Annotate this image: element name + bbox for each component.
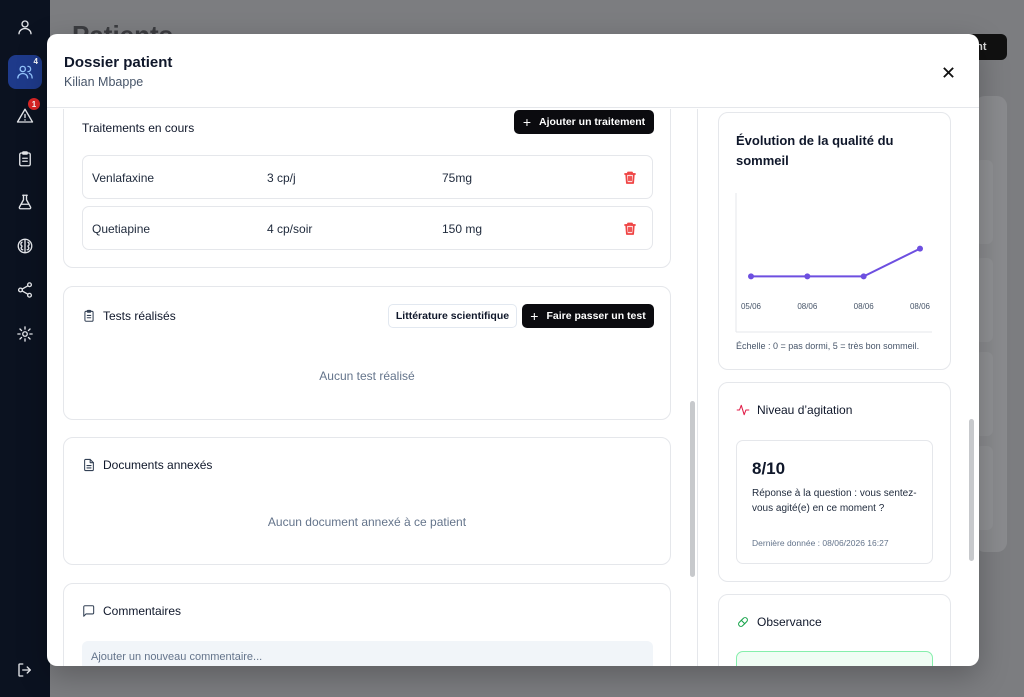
x-tick-label: 08/06 [797, 302, 818, 311]
patient-name: Kilian Mbappe [64, 75, 144, 89]
treatment-name: Quetiapine [92, 222, 151, 236]
sleep-chart-card: Évolution de la qualité du sommeil 05/06… [718, 112, 951, 370]
patients-badge: 4 [33, 57, 38, 66]
flask-icon [18, 194, 32, 210]
users-icon [17, 65, 33, 79]
clipboard-icon [84, 309, 94, 322]
sleep-data-point [860, 273, 867, 280]
modal-title: Dossier patient [64, 54, 173, 71]
right-scrollbar[interactable] [969, 419, 974, 561]
treatment-amount: 75mg [442, 171, 473, 185]
agitation-card: Niveau d’agitation 8/10 Réponse à la que… [718, 382, 951, 582]
add-treatment-button[interactable]: + Ajouter un traitement [514, 110, 654, 134]
tests-title-label: Tests réalisés [103, 309, 176, 323]
sleep-chart: 05/06 08/06 08/06 08/06 [735, 193, 932, 333]
plus-icon: + [530, 308, 539, 324]
trash-icon [624, 171, 636, 184]
literature-button[interactable]: Littérature scientifique [388, 304, 517, 328]
comments-card: Commentaires [63, 583, 671, 666]
close-icon [942, 66, 954, 78]
x-tick-label: 05/06 [741, 302, 762, 311]
alerts-badge: 1 [28, 98, 40, 110]
sleep-series-line [751, 247, 921, 278]
nav-logout[interactable] [8, 653, 42, 687]
observance-item: ✓ Venlafaxine 75mg 3 cp/j [736, 651, 933, 666]
tests-title: Tests réalisés [82, 309, 176, 323]
nav-brain[interactable] [8, 229, 42, 263]
left-column[interactable]: Traitements en cours + Ajouter un traite… [47, 109, 697, 666]
clipboard-icon [19, 151, 31, 167]
sleep-data-point [804, 273, 811, 280]
nav-lab[interactable] [8, 185, 42, 219]
trash-icon [624, 222, 636, 235]
comments-title: Commentaires [82, 604, 181, 618]
nav-records[interactable] [8, 142, 42, 176]
tests-empty-state: Aucun test réalisé [319, 369, 415, 383]
documents-title: Documents annexés [82, 458, 212, 472]
comments-title-label: Commentaires [103, 604, 182, 618]
comment-input[interactable] [82, 641, 653, 666]
x-tick-label: 08/06 [910, 302, 931, 311]
agitation-stat-box: 8/10 Réponse à la question : vous sentez… [736, 440, 933, 564]
agitation-title-label: Niveau d’agitation [757, 403, 853, 417]
agitation-value: 8/10 [752, 459, 786, 478]
run-test-button[interactable]: + Faire passer un test [522, 304, 654, 328]
user-icon [18, 20, 32, 35]
sleep-scale-note: Échelle : 0 = pas dormi, 5 = très bon so… [736, 341, 920, 351]
observance-title: Observance [736, 615, 822, 629]
documents-title-label: Documents annexés [103, 458, 213, 472]
plus-icon: + [522, 114, 531, 130]
gear-icon [17, 326, 33, 342]
documents-card: Documents annexés Aucun document annexé … [63, 437, 671, 565]
patient-record-modal: Dossier patient Kilian Mbappe Traitement… [47, 34, 979, 666]
treatment-name: Venlafaxine [92, 171, 155, 185]
treatment-row: Quetiapine 4 cp/soir 150 mg [82, 206, 653, 250]
agitation-question: Réponse à la question : vous sentez-vous… [752, 488, 917, 514]
sleep-data-point [748, 273, 754, 280]
run-test-label: Faire passer un test [546, 310, 646, 322]
nav-settings[interactable] [8, 317, 42, 351]
tests-card: Tests réalisés Littérature scientifique … [63, 286, 671, 420]
treatment-row: Venlafaxine 3 cp/j 75mg [82, 155, 653, 199]
treatments-title: Traitements en cours [82, 121, 195, 135]
observance-card: Observance ✓ Venlafaxine 75mg 3 cp/j [718, 594, 951, 666]
left-scrollbar[interactable] [690, 401, 695, 577]
nav-profile[interactable] [8, 10, 42, 44]
pill-icon [738, 617, 748, 627]
documents-empty-state: Aucun document annexé à ce patient [267, 515, 467, 529]
brain-icon [17, 238, 33, 254]
agitation-last-date: Dernière donnée : 08/06/2026 16:27 [752, 538, 889, 548]
nav-share[interactable] [8, 273, 42, 307]
treatment-dose: 3 cp/j [267, 171, 296, 185]
close-button[interactable] [938, 62, 958, 82]
logout-icon [18, 663, 31, 677]
agitation-title: Niveau d’agitation [736, 403, 852, 417]
sidebar: 4 1 [0, 0, 50, 697]
sleep-data-point [917, 245, 923, 252]
add-treatment-label: Ajouter un traitement [539, 116, 646, 128]
message-square-icon [83, 605, 95, 617]
treatment-amount: 150 mg [442, 222, 483, 236]
treatment-dose: 4 cp/soir [267, 222, 313, 236]
delete-treatment-button[interactable] [624, 222, 636, 235]
nav-patients[interactable]: 4 [8, 55, 42, 89]
nav-alerts[interactable]: 1 [8, 98, 42, 133]
right-column[interactable]: Évolution de la qualité du sommeil 05/06… [697, 109, 979, 666]
x-tick-label: 08/06 [854, 302, 875, 311]
delete-treatment-button[interactable] [624, 171, 636, 184]
modal-header: Dossier patient Kilian Mbappe [47, 34, 979, 108]
file-text-icon [84, 458, 94, 472]
share-icon [17, 282, 33, 298]
observance-title-label: Observance [757, 615, 822, 629]
treatments-card: Traitements en cours + Ajouter un traite… [63, 109, 671, 268]
activity-icon [736, 404, 750, 416]
